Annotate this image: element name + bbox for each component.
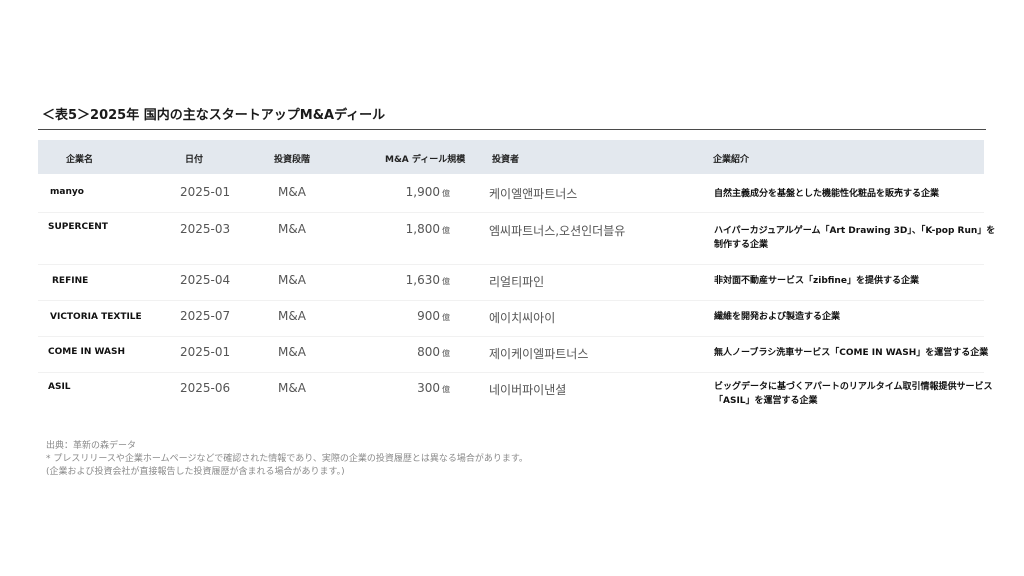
company-name: REFINE: [52, 276, 89, 286]
investor-name: 에이치씨아이: [489, 311, 556, 325]
title-divider: [38, 129, 986, 130]
company-name: VICTORIA TEXTILE: [50, 312, 142, 322]
deal-date: 2025-07: [180, 309, 231, 323]
table-row: manyo 2025-01 M&A 1,900 億 케이엘앤파트너스 自然主義成分…: [38, 176, 984, 213]
deal-date: 2025-03: [180, 222, 231, 236]
company-name: ASIL: [48, 382, 71, 392]
header-stage: 投資段階: [274, 155, 311, 165]
table-row: ASIL 2025-06 M&A 300 億 네이버파이낸셜 ビッグデータに基づく…: [38, 372, 993, 416]
deal-scale: 300 億: [417, 381, 450, 395]
investment-stage: M&A: [278, 381, 306, 395]
company-intro: ビッグデータに基づくアパートのリアルタイム取引情報提供サービス 「ASIL」を運営…: [714, 382, 993, 406]
investment-stage: M&A: [278, 309, 306, 323]
table-row: VICTORIA TEXTILE 2025-07 M&A 900 億 에이치씨아이…: [38, 300, 984, 337]
company-name: COME IN WASH: [48, 347, 126, 357]
company-intro: ハイパーカジュアルゲーム「Art Drawing 3D」、「K-pop Run」…: [714, 226, 996, 250]
source-notes: 出典：革新の森データ * プレスリリースや企業ホームページなどで確認された情報で…: [46, 440, 528, 479]
table-row: REFINE 2025-04 M&A 1,630 億 리얼티파인 非対面不動産サー…: [38, 264, 984, 301]
deal-date: 2025-01: [180, 345, 231, 359]
header-date: 日付: [185, 155, 204, 165]
disclaimer-note-line: (企業および投資会社が直接報告した投資履歴が含まれる場合があります。): [46, 467, 345, 477]
source-line: 出典：革新の森データ: [46, 441, 137, 451]
company-intro: 繊維を開発および製造する企業: [714, 312, 841, 322]
deal-date: 2025-04: [180, 273, 231, 287]
investor-name: 네이버파이낸셜: [489, 383, 567, 397]
company-intro: 非対面不動産サービス「zibfine」を提供する企業: [714, 276, 919, 286]
investor-name: 케이엘앤파트너스: [489, 187, 578, 201]
deal-date: 2025-06: [180, 381, 231, 395]
investment-stage: M&A: [278, 273, 306, 287]
company-intro: 無人ノーブラシ洗車サービス「COME IN WASH」を運営する企業: [714, 348, 989, 358]
investment-stage: M&A: [278, 222, 306, 236]
investment-stage: M&A: [278, 185, 306, 199]
deal-date: 2025-01: [180, 185, 231, 199]
header-intro: 企業紹介: [713, 155, 750, 165]
header-scale: M&A ディール規模: [385, 155, 466, 165]
header-investor: 投資者: [492, 155, 520, 165]
table-header: 企業名 日付 投資段階 M&A ディール規模 投資者 企業紹介: [38, 140, 984, 174]
deal-scale: 1,800 億: [405, 222, 450, 236]
deal-scale: 1,900 億: [405, 185, 450, 199]
table-row: COME IN WASH 2025-01 M&A 800 億 제이케이엘파트너스 …: [38, 336, 988, 373]
disclaimer-line: * プレスリリースや企業ホームページなどで確認された情報であり、実際の企業の投資…: [46, 454, 528, 464]
company-name: manyo: [50, 187, 84, 197]
deal-scale: 1,630 億: [405, 273, 450, 287]
table-row: SUPERCENT 2025-03 M&A 1,800 億 엠씨파트너스,오션인더…: [38, 212, 995, 265]
deal-scale: 800 億: [417, 345, 450, 359]
company-intro: 自然主義成分を基盤とした機能性化粧品を販売する企業: [714, 189, 940, 199]
investor-name: 리얼티파인: [489, 275, 545, 289]
header-company: 企業名: [66, 155, 94, 165]
investor-name: 제이케이엘파트너스: [489, 347, 589, 361]
investment-stage: M&A: [278, 345, 306, 359]
investor-name: 엠씨파트너스,오션인더블유: [489, 224, 626, 238]
page-title: ＜表5＞2025年 国内の主なスタートアップM&Aディール: [42, 108, 386, 123]
company-name: SUPERCENT: [48, 222, 108, 232]
deal-scale: 900 億: [417, 309, 450, 323]
